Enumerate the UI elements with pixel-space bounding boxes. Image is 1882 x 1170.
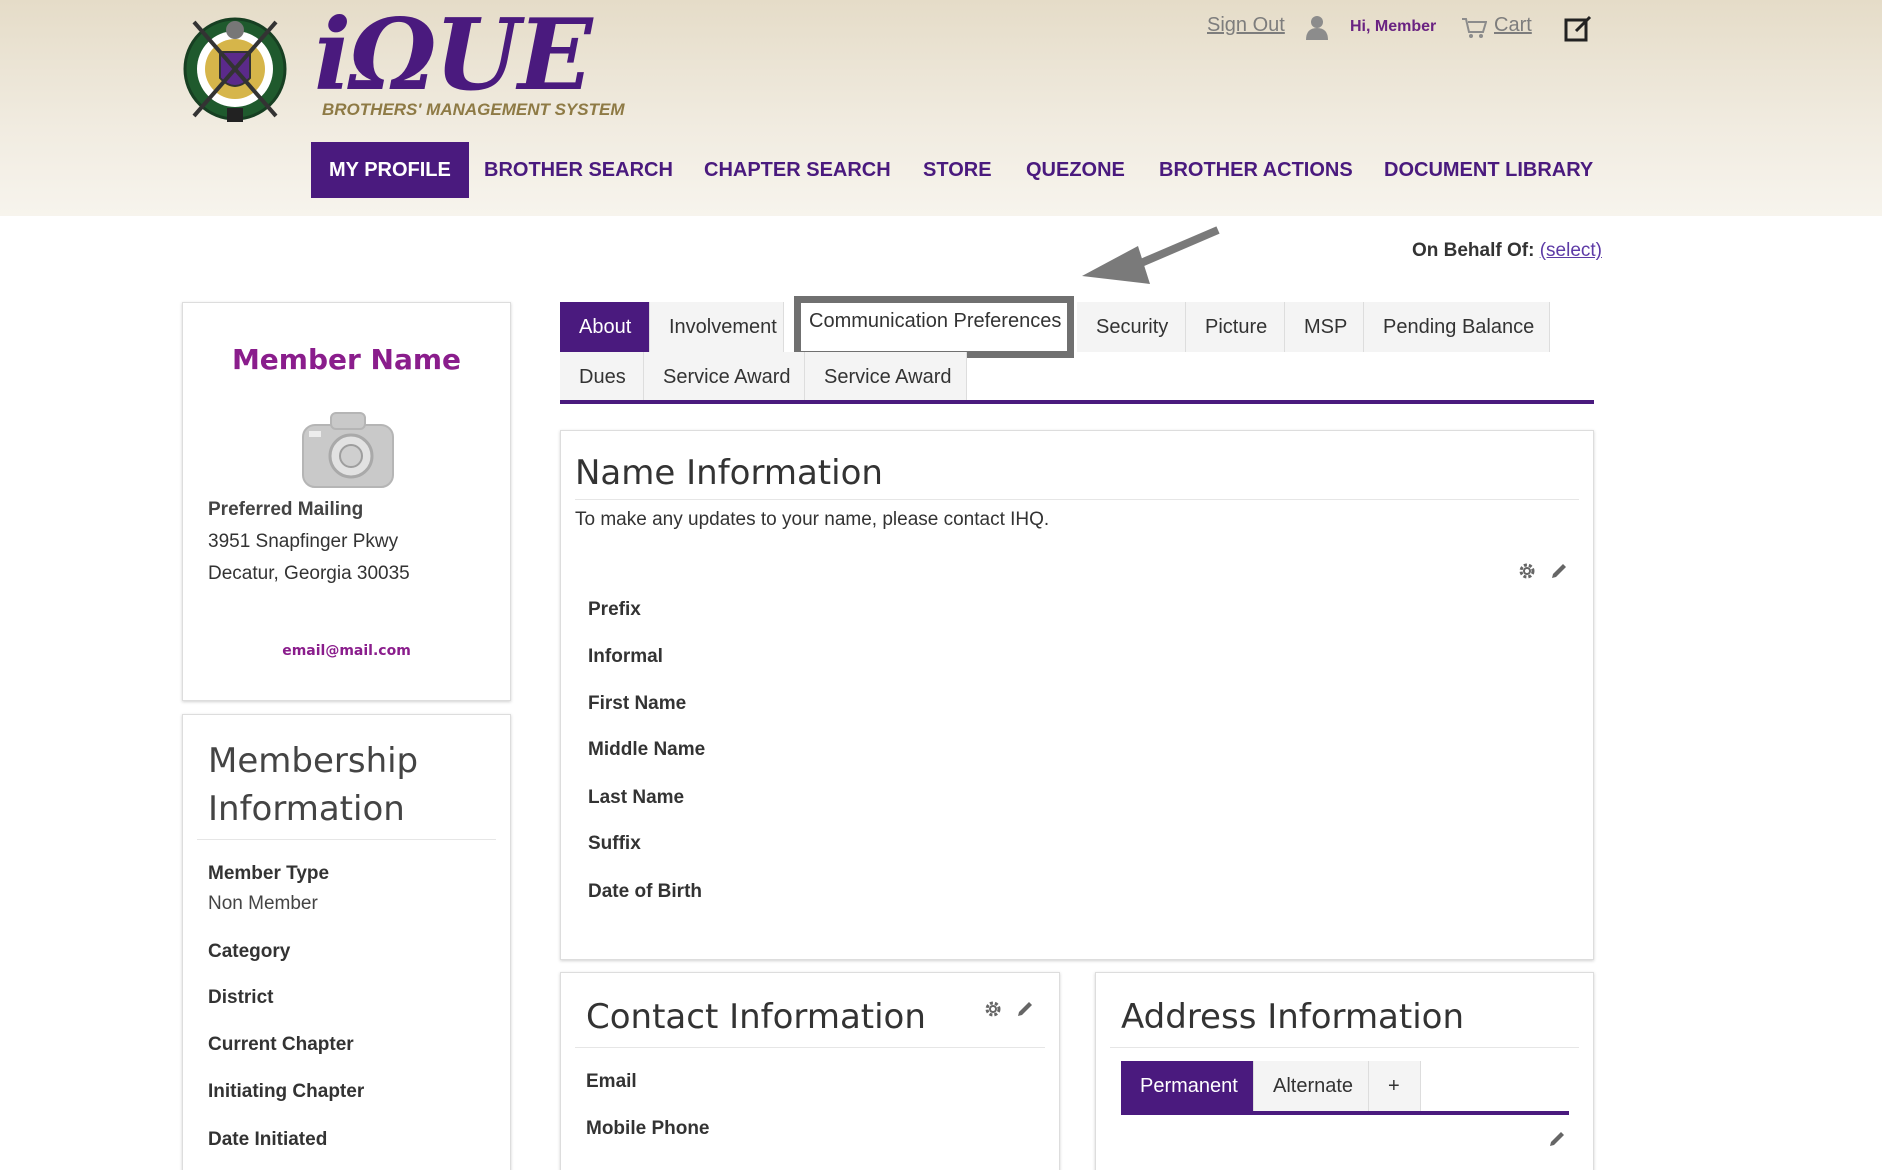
gear-icon[interactable] — [1517, 561, 1537, 581]
on-behalf-of: On Behalf Of: (select) — [1412, 240, 1602, 262]
member-type-label: Member Type — [208, 863, 330, 884]
divider — [1110, 1047, 1579, 1048]
cart-link[interactable]: Cart — [1494, 14, 1532, 37]
nav-chapter-search[interactable]: CHAPTER SEARCH — [704, 142, 891, 198]
contact-information-card: Contact Information Email Mobile Phone — [560, 972, 1060, 1170]
tab-service-award-2[interactable]: Service Award — [805, 352, 967, 402]
nav-brother-actions[interactable]: BROTHER ACTIONS — [1159, 142, 1353, 198]
on-behalf-label: On Behalf Of: — [1411, 240, 1535, 261]
address-information-title: Address Information — [1121, 997, 1465, 1037]
edit-note-icon[interactable] — [1563, 14, 1593, 44]
tab-service-award-1[interactable]: Service Award — [644, 352, 805, 402]
site-header: iΩUE BROTHERS' MANAGEMENT SYSTEM Sign Ou… — [0, 0, 1882, 216]
email-label: Email — [586, 1071, 637, 1092]
address-line-2: Decatur, Georgia 30035 — [208, 563, 410, 584]
last-name-label: Last Name — [588, 787, 685, 808]
on-behalf-select-link[interactable]: (select) — [1540, 240, 1602, 261]
tabs-underline — [560, 400, 1594, 404]
mobile-phone-label: Mobile Phone — [586, 1118, 710, 1139]
first-name-label: First Name — [588, 693, 687, 714]
address-line-1: 3951 Snapfinger Pkwy — [208, 531, 399, 552]
preferred-mailing-label: Preferred Mailing — [208, 499, 364, 520]
member-type-value: Non Member — [208, 893, 318, 914]
middle-name-label: Middle Name — [588, 739, 706, 760]
suffix-label: Suffix — [588, 833, 641, 854]
contact-tools — [983, 999, 1035, 1019]
initiating-chapter-label: Initiating Chapter — [208, 1081, 365, 1102]
name-information-title: Name Information — [575, 453, 883, 493]
tab-involvement[interactable]: Involvement — [650, 302, 784, 352]
person-icon[interactable] — [1304, 14, 1330, 40]
brand-subtitle: BROTHERS' MANAGEMENT SYSTEM — [322, 100, 625, 119]
divider — [575, 1047, 1045, 1048]
tab-picture[interactable]: Picture — [1186, 302, 1285, 352]
tab-communication-preferences[interactable]: Communication Preferences — [794, 296, 1074, 358]
nav-brother-search[interactable]: BROTHER SEARCH — [484, 142, 673, 198]
informal-label: Informal — [588, 646, 663, 667]
date-of-birth-label: Date of Birth — [588, 881, 702, 902]
pencil-icon[interactable] — [1547, 1129, 1567, 1149]
sign-out-link[interactable]: Sign Out — [1207, 14, 1285, 37]
address-tabs: Permanent Alternate + — [1121, 1061, 1569, 1113]
greeting-text[interactable]: Hi, Member — [1350, 18, 1436, 36]
arrow-icon — [1082, 226, 1220, 284]
contact-information-title: Contact Information — [586, 997, 926, 1037]
gear-icon[interactable] — [983, 999, 1003, 1019]
camera-icon[interactable] — [301, 409, 395, 489]
address-information-card: Address Information Permanent Alternate … — [1095, 972, 1594, 1170]
tab-security[interactable]: Security — [1077, 302, 1186, 352]
pencil-icon[interactable] — [1549, 561, 1569, 581]
name-update-note: To make any updates to your name, please… — [575, 509, 1050, 530]
top-links: Sign Out Hi, Member Cart — [1200, 14, 1600, 54]
pencil-icon[interactable] — [1015, 999, 1035, 1019]
add-address-tab[interactable]: + — [1369, 1061, 1421, 1111]
prefix-label: Prefix — [588, 599, 641, 620]
current-chapter-label: Current Chapter — [208, 1034, 354, 1055]
membership-card: Membership Information Member Type Non M… — [182, 714, 511, 1170]
nav-document-library[interactable]: DOCUMENT LIBRARY — [1384, 142, 1593, 198]
cart-icon[interactable] — [1461, 16, 1487, 40]
date-initiated-label: Date Initiated — [208, 1129, 328, 1150]
name-tools — [1517, 561, 1569, 581]
divider — [197, 839, 496, 840]
crest-logo[interactable] — [180, 12, 290, 126]
tab-pending-balance[interactable]: Pending Balance — [1364, 302, 1550, 352]
membership-title: Membership Information — [208, 741, 419, 829]
district-label: District — [208, 987, 274, 1008]
member-name: Member Name — [231, 343, 462, 376]
divider — [575, 499, 1579, 500]
member-card: Member Name Preferred Mailing 3951 Snapf… — [182, 302, 511, 701]
nav-quezone[interactable]: QUEZONE — [1026, 142, 1125, 198]
member-email[interactable]: email@mail.com — [183, 643, 510, 659]
nav-my-profile[interactable]: MY PROFILE — [311, 142, 469, 198]
tab-alternate[interactable]: Alternate — [1254, 1061, 1369, 1111]
name-information-card: Name Information To make any updates to … — [560, 430, 1594, 960]
tab-about[interactable]: About — [560, 302, 650, 352]
brand: iΩUE BROTHERS' MANAGEMENT SYSTEM — [314, 0, 625, 120]
tab-permanent[interactable]: Permanent — [1121, 1061, 1254, 1111]
tab-dues[interactable]: Dues — [560, 352, 644, 402]
brand-title: iΩUE — [314, 0, 593, 113]
tab-msp[interactable]: MSP — [1285, 302, 1364, 352]
category-label: Category — [208, 941, 291, 962]
address-tabs-underline — [1121, 1111, 1569, 1115]
nav-store[interactable]: STORE — [923, 142, 992, 198]
